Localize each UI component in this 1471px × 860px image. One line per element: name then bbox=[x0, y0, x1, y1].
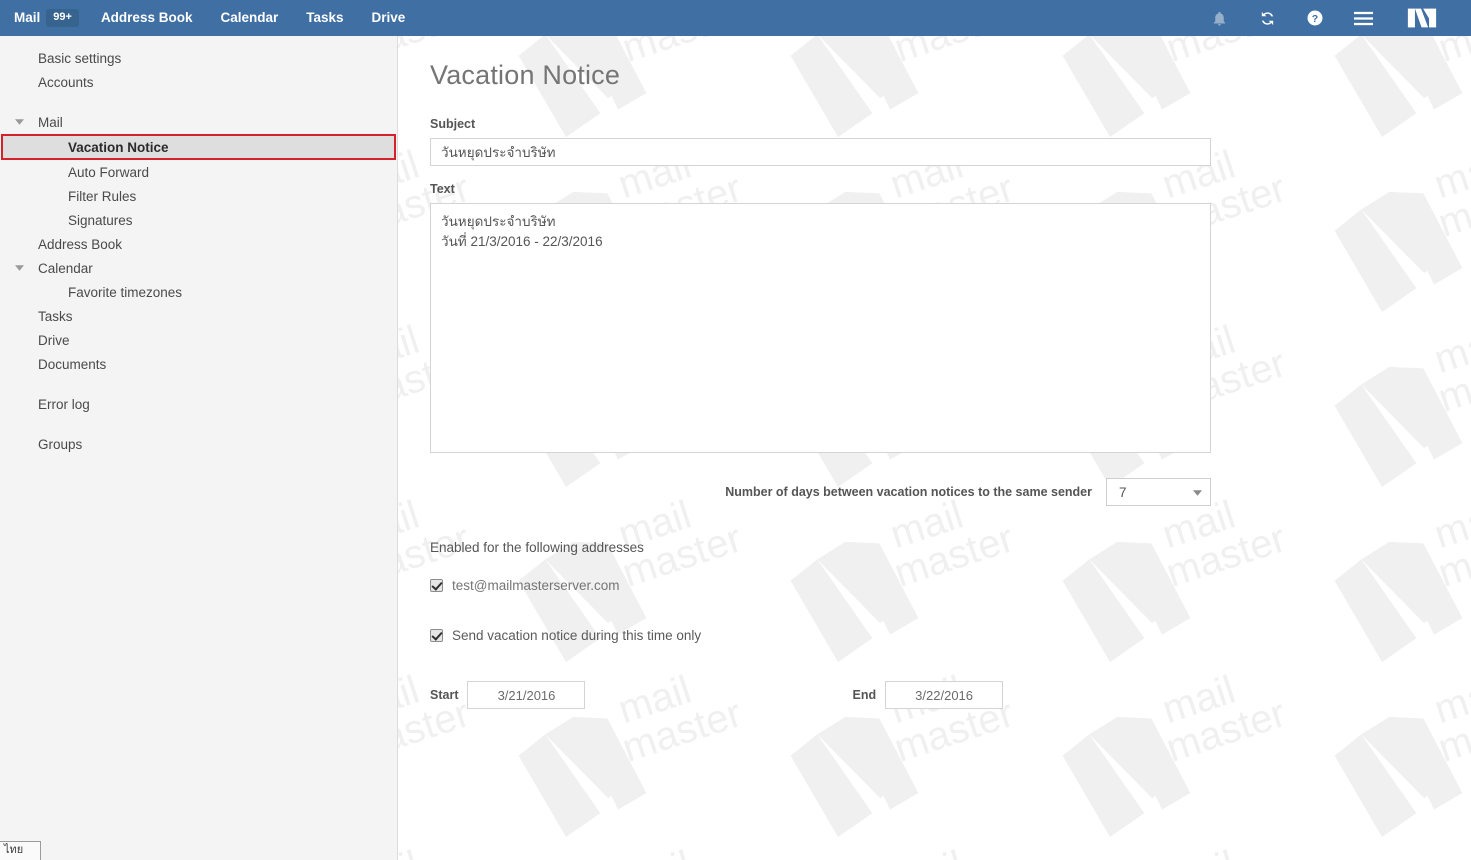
nav-item-tasks[interactable]: Tasks bbox=[292, 0, 357, 36]
time-only-checkbox[interactable] bbox=[430, 629, 443, 642]
ime-language-indicator[interactable]: ไทย bbox=[0, 841, 41, 860]
sidebar-item-tasks[interactable]: Tasks bbox=[0, 304, 397, 328]
vacation-text-input[interactable] bbox=[430, 203, 1211, 453]
sidebar-item-groups[interactable]: Groups bbox=[0, 432, 397, 456]
sidebar-item-label: Favorite timezones bbox=[68, 284, 183, 300]
nav-item-label: Calendar bbox=[220, 10, 279, 25]
sidebar-item-basic-settings[interactable]: Basic settings bbox=[0, 46, 397, 70]
sidebar-item-label: Filter Rules bbox=[68, 188, 137, 204]
chevron-down-icon bbox=[1193, 479, 1202, 507]
end-date-label: End bbox=[852, 688, 877, 702]
top-right-actions: ? bbox=[1195, 0, 1471, 36]
address-checkbox[interactable] bbox=[430, 579, 443, 592]
sidebar-item-documents[interactable]: Documents bbox=[0, 352, 397, 376]
chevron-down-icon[interactable] bbox=[12, 256, 26, 280]
notifications-bell-icon[interactable] bbox=[1195, 0, 1243, 36]
address-checkbox-row: test@mailmasterserver.com bbox=[430, 578, 1471, 593]
chevron-down-icon[interactable] bbox=[12, 110, 26, 134]
days-between-notices-select[interactable]: 7 bbox=[1106, 478, 1211, 506]
sidebar-item-label: Tasks bbox=[38, 308, 73, 324]
sidebar-item-mail[interactable]: Mail bbox=[0, 110, 397, 134]
sidebar-item-calendar[interactable]: Calendar bbox=[0, 256, 397, 280]
primary-nav: Mail 99+ Address Book Calendar Tasks Drive bbox=[0, 0, 419, 36]
end-date-input[interactable] bbox=[885, 681, 1004, 709]
days-between-notices-row: Number of days between vacation notices … bbox=[430, 478, 1211, 506]
nav-item-calendar[interactable]: Calendar bbox=[206, 0, 292, 36]
sidebar-item-favorite-timezones[interactable]: Favorite timezones bbox=[0, 280, 397, 304]
svg-text:?: ? bbox=[1312, 13, 1318, 25]
text-label: Text bbox=[430, 182, 455, 196]
refresh-sync-icon[interactable] bbox=[1243, 0, 1291, 36]
sidebar-item-label: Documents bbox=[38, 356, 107, 372]
sidebar-item-label: Basic settings bbox=[38, 50, 122, 66]
ime-language-label: ไทย bbox=[4, 844, 24, 856]
time-only-label: Send vacation notice during this time on… bbox=[452, 628, 702, 643]
sidebar-item-vacation-notice[interactable]: Vacation Notice bbox=[1, 134, 396, 160]
sidebar-item-label: Error log bbox=[38, 396, 90, 412]
main-content: Vacation Notice Subject Text Number of d… bbox=[399, 36, 1471, 860]
nav-item-label: Mail bbox=[14, 10, 41, 25]
unread-count-badge: 99+ bbox=[46, 9, 79, 27]
enabled-addresses-label: Enabled for the following addresses bbox=[430, 540, 644, 555]
nav-item-label: Tasks bbox=[306, 10, 344, 25]
subject-input[interactable] bbox=[430, 138, 1211, 166]
hamburger-menu-icon[interactable] bbox=[1339, 0, 1387, 36]
start-date-group: Start bbox=[430, 681, 586, 709]
nav-item-label: Drive bbox=[371, 10, 406, 25]
sidebar-item-label: Signatures bbox=[68, 212, 133, 228]
subject-label: Subject bbox=[430, 117, 476, 131]
sidebar-item-drive[interactable]: Drive bbox=[0, 328, 397, 352]
text-field-group: Text bbox=[430, 182, 1471, 458]
help-icon[interactable]: ? bbox=[1291, 0, 1339, 36]
top-navigation-bar: Mail 99+ Address Book Calendar Tasks Drive ? bbox=[0, 0, 1471, 36]
subject-field-group: Subject bbox=[430, 117, 1471, 166]
days-between-notices-value: 7 bbox=[1119, 484, 1127, 500]
days-between-notices-label: Number of days between vacation notices … bbox=[725, 485, 1092, 499]
sidebar-item-accounts[interactable]: Accounts bbox=[0, 70, 397, 94]
sidebar-item-error-log[interactable]: Error log bbox=[0, 392, 397, 416]
address-label: test@mailmasterserver.com bbox=[452, 578, 620, 593]
sidebar-item-filter-rules[interactable]: Filter Rules bbox=[0, 184, 397, 208]
end-date-group: End bbox=[852, 681, 1004, 709]
sidebar-item-label: Mail bbox=[38, 114, 63, 130]
sidebar-item-address-book[interactable]: Address Book bbox=[0, 232, 397, 256]
sidebar-item-signatures[interactable]: Signatures bbox=[0, 208, 397, 232]
nav-item-drive[interactable]: Drive bbox=[358, 0, 420, 36]
sidebar-item-label: Groups bbox=[38, 436, 83, 452]
time-only-checkbox-row: Send vacation notice during this time on… bbox=[430, 628, 1471, 643]
sidebar-item-auto-forward[interactable]: Auto Forward bbox=[0, 160, 397, 184]
mailmaster-logo[interactable] bbox=[1395, 0, 1449, 36]
sidebar-item-label: Accounts bbox=[38, 74, 94, 90]
sidebar-item-label: Drive bbox=[38, 332, 70, 348]
date-range-row: Start End bbox=[430, 681, 1211, 709]
sidebar-item-label: Address Book bbox=[38, 236, 123, 252]
settings-tree: Basic settings Accounts Mail Vacation Notic… bbox=[0, 36, 397, 456]
nav-item-mail[interactable]: Mail bbox=[0, 0, 46, 36]
nav-item-address-book[interactable]: Address Book bbox=[87, 0, 207, 36]
settings-sidebar: Basic settings Accounts Mail Vacation Notic… bbox=[0, 36, 398, 860]
page-title: Vacation Notice bbox=[430, 60, 621, 90]
sidebar-item-label: Vacation Notice bbox=[68, 139, 169, 155]
sidebar-item-label: Auto Forward bbox=[68, 164, 150, 180]
start-date-input[interactable] bbox=[467, 681, 586, 709]
start-date-label: Start bbox=[430, 688, 459, 702]
nav-item-label: Address Book bbox=[100, 10, 193, 25]
